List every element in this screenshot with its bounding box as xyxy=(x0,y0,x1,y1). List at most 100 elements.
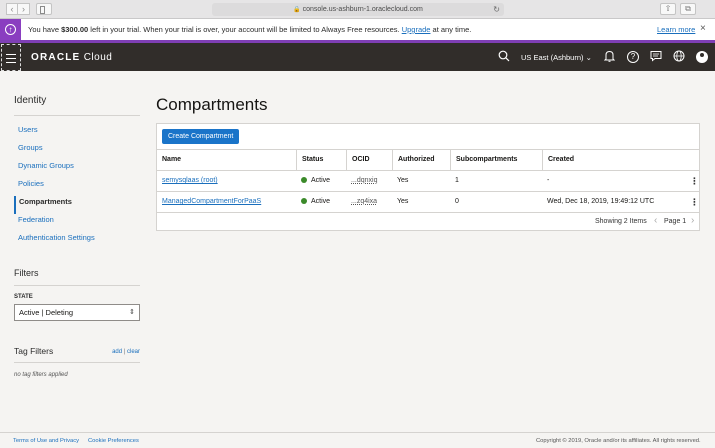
filters-section: Filters STATE Active | Deleting ⇕ xyxy=(14,268,140,321)
close-icon[interactable]: × xyxy=(700,23,706,34)
column-header-created[interactable]: Created xyxy=(542,150,699,170)
reload-icon[interactable]: ↻ xyxy=(493,3,500,16)
footer: Terms of Use and Privacy Cookie Preferen… xyxy=(0,432,715,448)
sidebar-item-federation[interactable]: Federation xyxy=(14,214,140,232)
tag-filters-label: Tag Filters xyxy=(14,346,54,356)
status-cell: Active xyxy=(296,171,346,191)
oracle-cloud-logo[interactable]: ORACLE Cloud xyxy=(31,52,112,63)
help-icon[interactable]: ? xyxy=(627,51,639,63)
trial-suffix: left in your trial. When your trial is o… xyxy=(88,25,402,34)
chat-icon[interactable] xyxy=(650,50,662,66)
address-bar[interactable]: 🔒 console.us-ashburn-1.oraclecloud.com ↻ xyxy=(212,3,504,16)
tag-filters-empty: no tag filters applied xyxy=(14,372,68,378)
compartment-name-cell: semysqlaas (root) xyxy=(157,171,296,191)
compartments-table: Name Status OCID Authorized Subcompartme… xyxy=(157,149,699,212)
chevron-down-icon: ⌄ xyxy=(585,53,592,62)
row-actions-kebab-icon[interactable]: ⋮ xyxy=(690,192,699,212)
subcompartments-cell: 0 xyxy=(455,198,459,205)
search-icon[interactable] xyxy=(498,50,510,66)
sidebar-icon[interactable] xyxy=(36,3,52,15)
item-count: Showing 2 Items xyxy=(595,218,647,225)
trial-prefix: You have xyxy=(28,25,62,34)
page-number: Page 1 xyxy=(664,218,687,225)
share-icon[interactable]: ⇧ xyxy=(660,3,676,15)
clear-tag-filter-link[interactable]: clear xyxy=(127,349,140,355)
tag-filters-section: Tag Filters add | clear no tag filters a… xyxy=(14,346,140,378)
add-tag-filter-link[interactable]: add xyxy=(112,349,122,355)
back-icon[interactable]: ‹ xyxy=(6,3,18,15)
console-header: ORACLE Cloud US East (Ashburn) ⌄ ? xyxy=(0,43,715,71)
create-compartment-button[interactable]: Create Compartment xyxy=(162,129,240,144)
state-value: Active | Deleting xyxy=(19,308,74,317)
column-header-name[interactable]: Name xyxy=(157,150,296,170)
authorized-cell: Yes xyxy=(397,198,409,205)
url-text: console.us-ashburn-1.oraclecloud.com xyxy=(302,6,423,13)
status-text: Active xyxy=(311,177,331,184)
status-active-icon xyxy=(301,176,307,183)
logo-brand: ORACLE xyxy=(31,52,81,63)
select-arrows-icon: ⇕ xyxy=(129,309,135,316)
row-actions-kebab-icon[interactable]: ⋮ xyxy=(690,171,699,191)
chevron-left-icon[interactable]: ‹ xyxy=(654,215,657,226)
tag-filters-title: Tag Filters add | clear xyxy=(14,346,140,363)
region-selector[interactable]: US East (Ashburn) ⌄ xyxy=(521,53,592,62)
bell-icon[interactable] xyxy=(603,50,616,66)
sidebar-item-groups[interactable]: Groups xyxy=(14,142,140,160)
status-cell: Active xyxy=(296,192,346,212)
filters-title: Filters xyxy=(14,268,140,286)
column-header-status[interactable]: Status xyxy=(296,150,346,170)
compartment-name-link[interactable]: semysqlaas (root) xyxy=(162,177,218,184)
compartments-table-panel: Create Compartment Name Status OCID Auth… xyxy=(156,123,700,231)
state-label: STATE xyxy=(14,294,33,300)
sidebar-item-dynamic-groups[interactable]: Dynamic Groups xyxy=(14,160,140,178)
status-active-icon xyxy=(301,197,307,204)
compartment-name-cell: ManagedCompartmentForPaaS xyxy=(157,192,296,212)
logo-product: Cloud xyxy=(80,52,113,63)
history-buttons: ‹ › xyxy=(6,3,30,15)
state-select[interactable]: Active | Deleting ⇕ xyxy=(14,304,140,321)
compartment-name-link[interactable]: ManagedCompartmentForPaaS xyxy=(162,198,261,205)
sidebar: Identity Users Groups Dynamic Groups Pol… xyxy=(14,95,140,250)
authorized-cell: Yes xyxy=(397,177,409,184)
column-header-authorized[interactable]: Authorized xyxy=(392,150,450,170)
status-text: Active xyxy=(311,198,331,205)
column-header-ocid[interactable]: OCID xyxy=(346,150,392,170)
created-cell: - xyxy=(547,177,550,184)
sidebar-item-policies[interactable]: Policies xyxy=(14,178,140,196)
ocid-link[interactable]: ...dqnxiq xyxy=(351,177,377,184)
chevron-right-icon[interactable]: › xyxy=(691,215,694,226)
tabs-icon[interactable]: ⧉ xyxy=(680,3,696,15)
globe-icon[interactable] xyxy=(673,50,685,66)
table-header-row: Name Status OCID Authorized Subcompartme… xyxy=(157,149,699,170)
browser-toolbar: ‹ › 🔒 console.us-ashburn-1.oraclecloud.co… xyxy=(0,0,715,19)
ocid-cell: ...zq4ixa xyxy=(346,192,392,212)
subcompartments-cell: 1 xyxy=(455,177,459,184)
pagination: Showing 2 Items ‹ Page 1 › xyxy=(157,212,699,230)
column-header-subcompartments[interactable]: Subcompartments xyxy=(450,150,542,170)
tag-filter-actions: add | clear xyxy=(112,349,140,355)
trial-amount: $300.00 xyxy=(61,25,89,34)
upgrade-icon: ↑ xyxy=(0,19,21,40)
sidebar-item-users[interactable]: Users xyxy=(14,124,140,142)
forward-icon[interactable]: › xyxy=(18,3,30,15)
table-row: semysqlaas (root) Active ...dqnxiq Yes 1… xyxy=(157,170,699,191)
upgrade-link[interactable]: Upgrade xyxy=(402,25,431,34)
trial-banner: ↑ You have $300.00 left in your trial. W… xyxy=(0,19,715,43)
sidebar-item-authentication-settings[interactable]: Authentication Settings xyxy=(14,232,140,250)
created-cell: Wed, Dec 18, 2019, 19:49:12 UTC xyxy=(547,198,655,205)
menu-icon[interactable] xyxy=(1,44,21,71)
ocid-cell: ...dqnxiq xyxy=(346,171,392,191)
cookie-preferences-link[interactable]: Cookie Preferences xyxy=(88,438,139,444)
ocid-link[interactable]: ...zq4ixa xyxy=(351,198,377,205)
table-row: ManagedCompartmentForPaaS Active ...zq4i… xyxy=(157,191,699,212)
trial-tail: at any time. xyxy=(430,25,472,34)
user-icon[interactable] xyxy=(696,51,708,63)
copyright-text: Copyright © 2019, Oracle and/or its affi… xyxy=(536,438,701,444)
trial-message: You have $300.00 left in your trial. Whe… xyxy=(28,25,471,34)
sidebar-item-compartments[interactable]: Compartments xyxy=(14,196,140,214)
learn-more-link[interactable]: Learn more xyxy=(657,25,695,34)
lock-icon: 🔒 xyxy=(293,7,301,13)
sidebar-title: Identity xyxy=(14,95,140,116)
region-label: US East (Ashburn) xyxy=(521,53,584,62)
terms-link[interactable]: Terms of Use and Privacy xyxy=(13,438,79,444)
